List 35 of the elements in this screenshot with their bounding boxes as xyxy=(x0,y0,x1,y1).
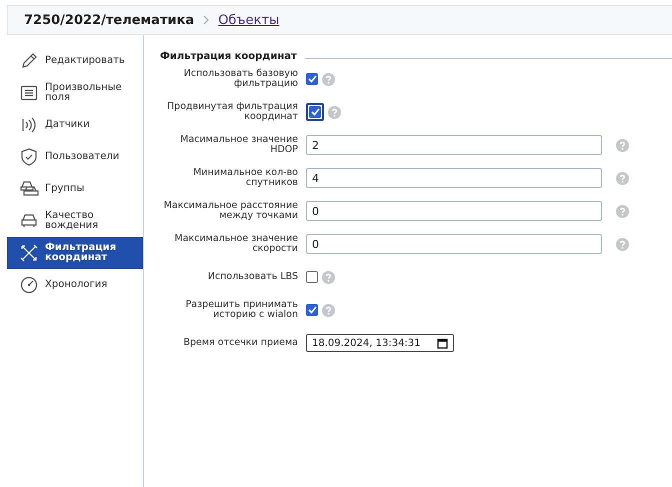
field-label: Разрешить принимать историю с wialon xyxy=(184,300,298,320)
sidebar-item[interactable]: Редактировать xyxy=(7,45,143,77)
field-label: Максимальное значение скорости xyxy=(174,234,298,254)
field-label: Использовать базовую фильтрацию xyxy=(182,69,298,89)
field-label: Продвинутая фильтрация координат xyxy=(166,102,298,122)
input-field[interactable]: 0 xyxy=(306,234,602,254)
date-time-field[interactable]: 18.09.2024, 13:34:31 xyxy=(306,334,454,352)
checkbox[interactable] xyxy=(309,106,321,118)
field-label: Минимальное кол-во спутников xyxy=(192,168,298,188)
field-label: Максимальное расстояние между точками xyxy=(162,201,298,221)
calendar-icon xyxy=(437,338,448,348)
sidebar-item[interactable]: Датчики xyxy=(7,109,143,141)
checkbox[interactable] xyxy=(306,271,318,283)
field-label: Время отсечки приема xyxy=(182,338,298,348)
shield-icon xyxy=(19,147,39,167)
input-field[interactable]: 0 xyxy=(306,201,602,221)
sidebar-item[interactable]: Группы xyxy=(7,173,143,205)
pencil-icon xyxy=(19,51,39,71)
breadcrumb-link[interactable]: Объекты xyxy=(218,12,280,28)
input-field[interactable]: 2 xyxy=(306,135,602,155)
chevron-icon xyxy=(202,15,210,25)
sidebar-item[interactable]: Фильтрация координат xyxy=(7,237,143,269)
input-field[interactable]: 4 xyxy=(306,168,602,188)
sidebar-item[interactable]: Качество вождения xyxy=(7,205,143,237)
sidebar-item[interactable]: Хронология xyxy=(7,269,143,301)
gauge-icon xyxy=(19,275,39,295)
field-label: Масимальное значение HDOP xyxy=(179,135,298,155)
checkbox[interactable] xyxy=(306,73,318,85)
sidebar-item[interactable]: Пользователи xyxy=(7,141,143,173)
breadcrumb-title: 7250/2022/телематика xyxy=(24,12,194,28)
list-icon xyxy=(19,83,39,103)
section-title: Фильтрация координат xyxy=(160,51,297,62)
sidebar-item[interactable]: Произвольные поля xyxy=(7,77,143,109)
checkbox[interactable] xyxy=(306,304,318,316)
field-label: Использовать LBS xyxy=(206,272,298,282)
